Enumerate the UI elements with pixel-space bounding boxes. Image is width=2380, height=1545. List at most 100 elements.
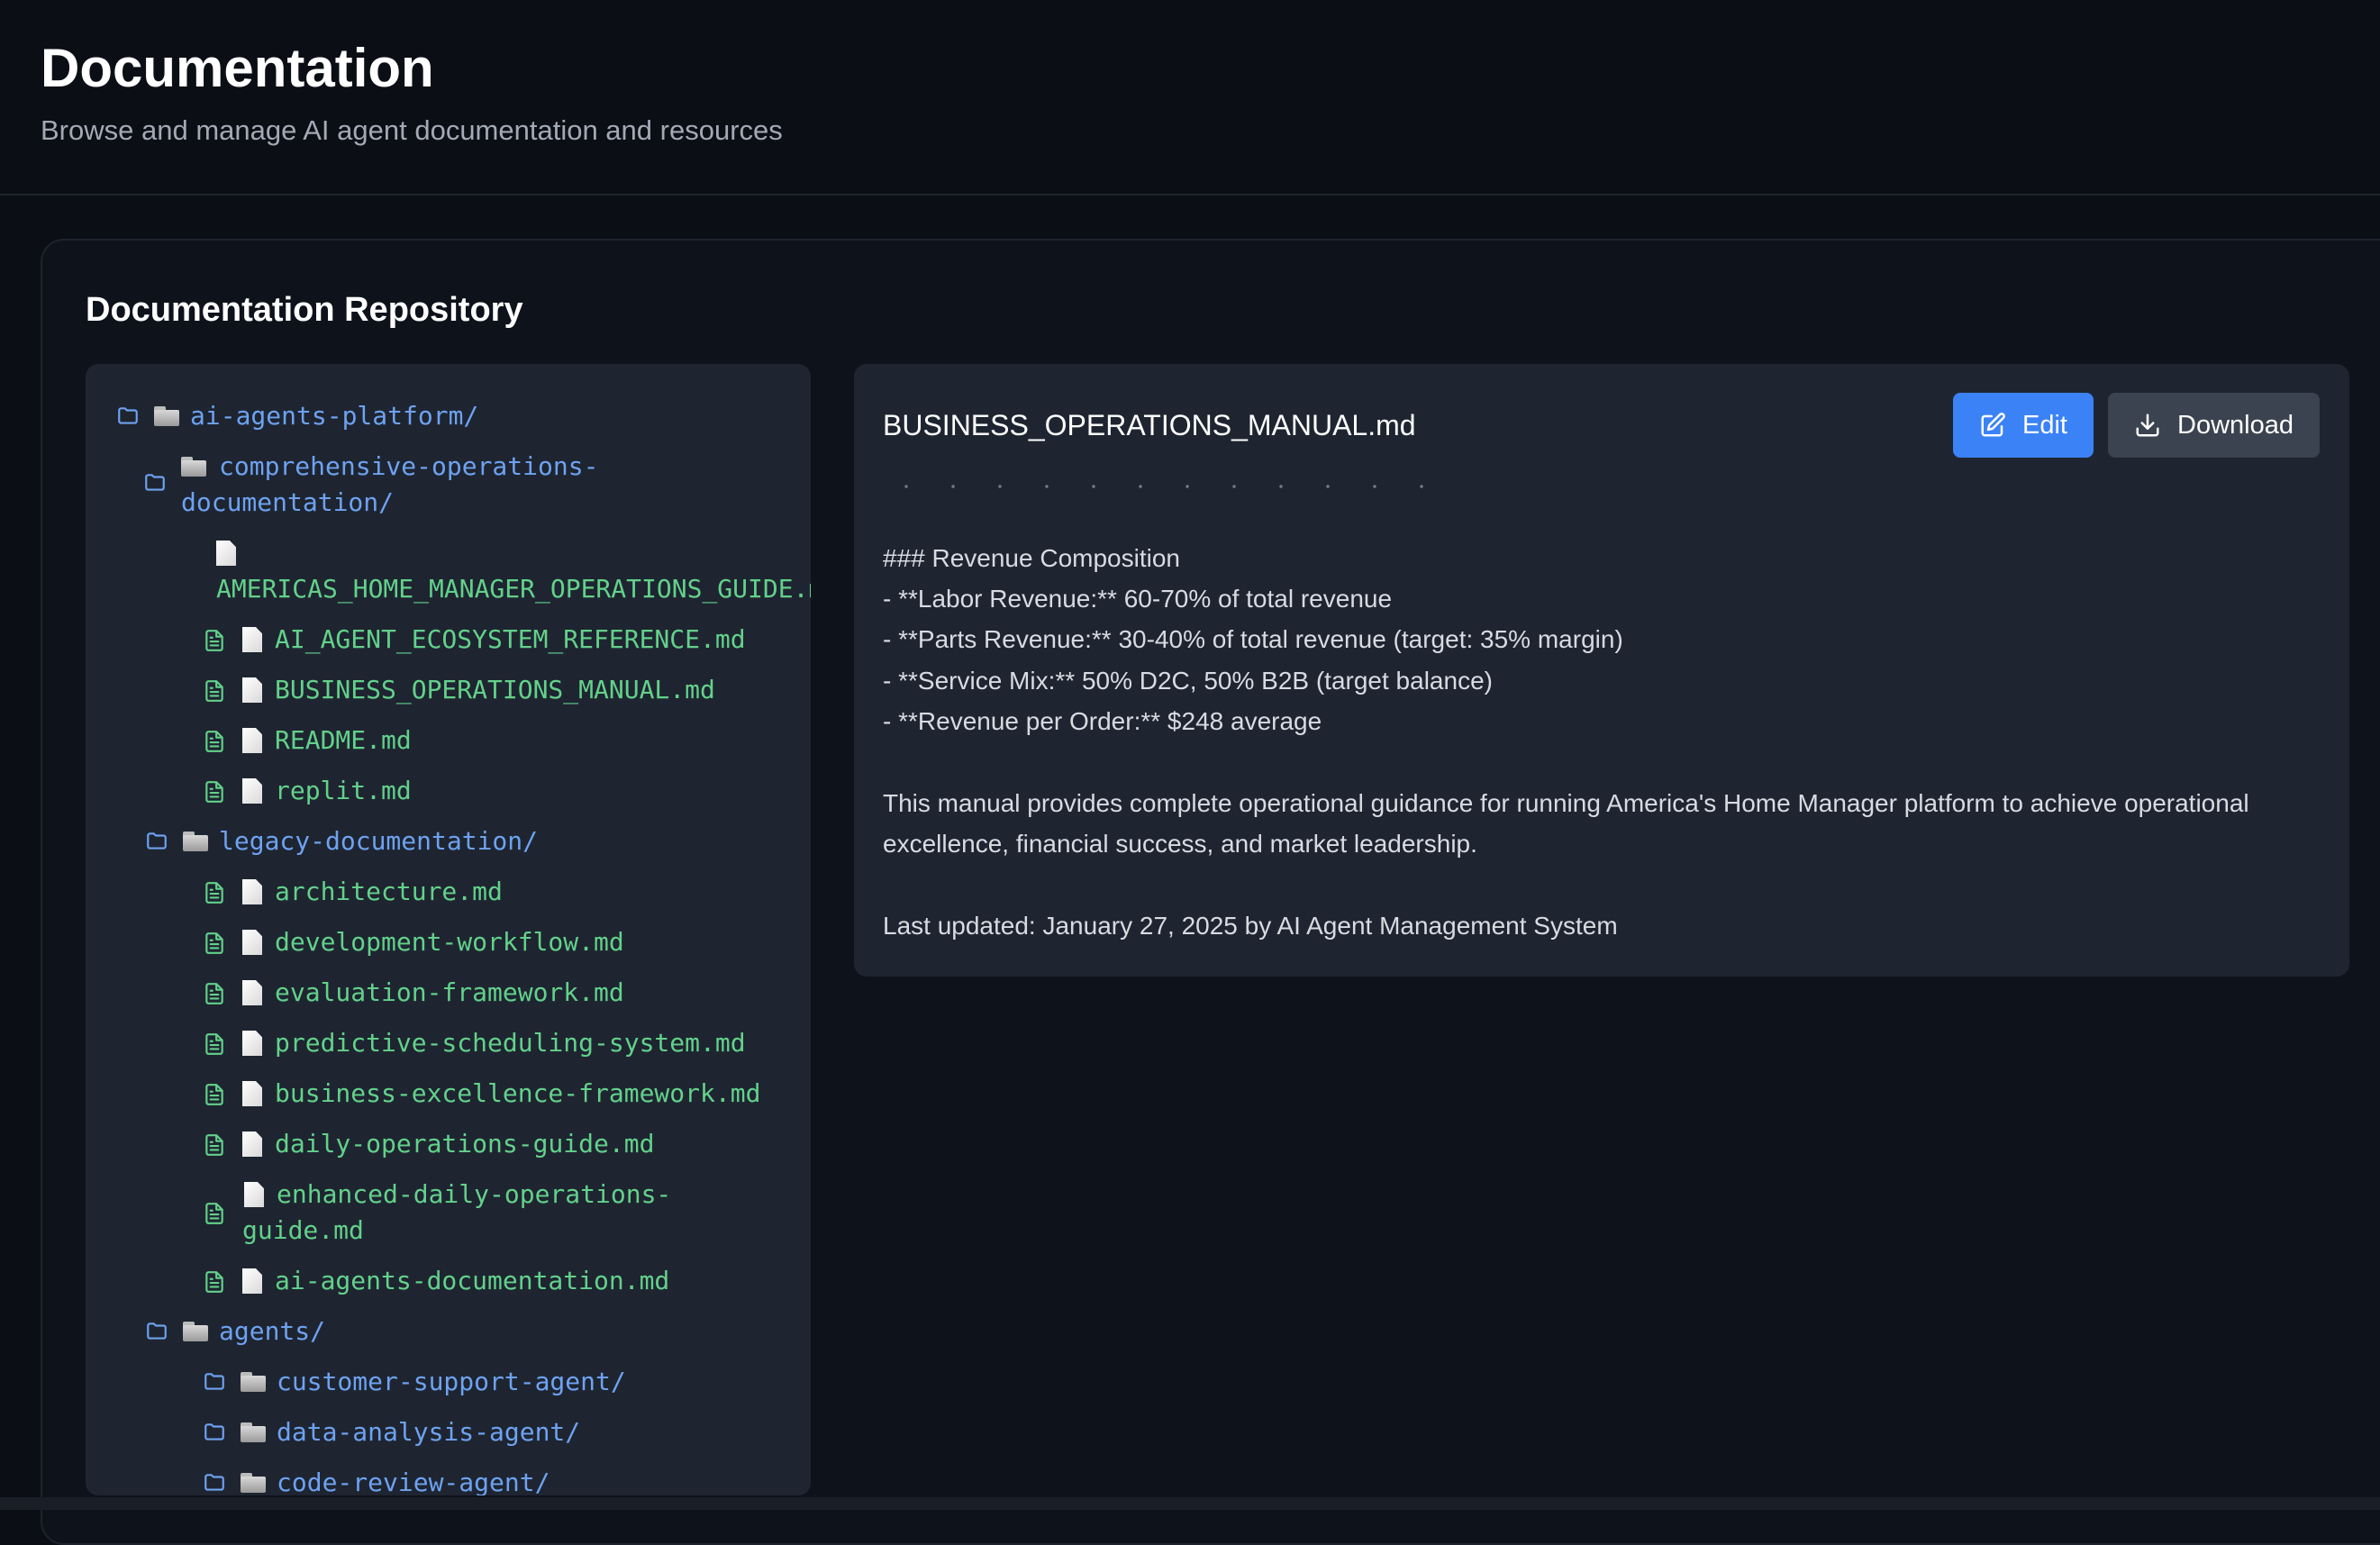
tree-folder-label: agents/: [219, 1316, 326, 1346]
tree-file-label: AMERICAS_HOME_MANAGER_OPERATIONS_GUIDE.m…: [216, 574, 811, 604]
tree-file-replit[interactable]: replit.md: [203, 773, 412, 809]
tree-file-label: ai-agents-documentation.md: [275, 1266, 670, 1295]
tree-file-readme[interactable]: README.md: [203, 723, 412, 759]
document-emoji-icon: [242, 930, 262, 955]
document-line: - **Labor Revenue:** 60-70% of total rev…: [883, 585, 1393, 613]
folder-outline-icon: [204, 1423, 224, 1440]
tree-file-development-workflow[interactable]: development-workflow.md: [203, 924, 624, 960]
download-button[interactable]: Download: [2108, 393, 2320, 458]
file-text-icon: [205, 882, 223, 904]
tree-file-label: replit.md: [275, 776, 412, 805]
document-last-updated: Last updated: January 27, 2025 by AI Age…: [883, 912, 1618, 940]
document-emoji-icon: [242, 1131, 262, 1157]
document-emoji-icon: [242, 980, 262, 1005]
document-emoji-icon: [242, 1031, 262, 1056]
tree-file-label: BUSINESS_OPERATIONS_MANUAL.md: [275, 675, 715, 704]
document-emoji-icon: [242, 879, 262, 904]
tree-file-enhanced-daily-operations[interactable]: enhanced-daily-operations- guide.md: [203, 1177, 711, 1249]
document-paragraph-line: This manual provides complete operationa…: [883, 789, 2249, 817]
tree-file-label: README.md: [275, 725, 412, 755]
folder-emoji-icon: [154, 406, 179, 426]
tree-file-architecture[interactable]: architecture.md: [203, 874, 503, 910]
tree-file-label: business-excellence-framework.md: [275, 1078, 761, 1108]
document-emoji-icon: [242, 728, 262, 753]
file-text-icon: [205, 680, 223, 702]
document-emoji-icon: [242, 627, 262, 652]
file-text-icon: [205, 1134, 223, 1156]
tree-folder-code-review-agent[interactable]: code-review-agent/: [201, 1465, 550, 1495]
tree-file-label: evaluation-framework.md: [275, 977, 624, 1007]
file-text-icon: [205, 1271, 223, 1293]
tree-file-label: AI_AGENT_ECOSYSTEM_REFERENCE.md: [275, 624, 746, 654]
download-button-label: Download: [2177, 410, 2294, 440]
page-header: Documentation Browse and manage AI agent…: [0, 0, 2380, 195]
document-emoji-icon: [242, 1081, 262, 1106]
tree-file-ai-agent-ecosystem[interactable]: AI_AGENT_ECOSYSTEM_REFERENCE.md: [203, 622, 746, 658]
tree-folder-root[interactable]: ai-agents-platform/: [114, 398, 478, 434]
tree-file-predictive-scheduling[interactable]: predictive-scheduling-system.md: [203, 1025, 746, 1061]
folder-emoji-icon: [241, 1473, 266, 1493]
folder-outline-icon: [204, 1474, 224, 1491]
tree-file-label: daily-operations-guide.md: [275, 1129, 655, 1159]
folder-outline-icon: [147, 1322, 167, 1340]
tree-file-americas-guide[interactable]: AMERICAS_HOME_MANAGER_OPERATIONS_GUIDE.m…: [216, 535, 811, 607]
tree-file-business-operations-manual[interactable]: BUSINESS_OPERATIONS_MANUAL.md: [203, 672, 715, 708]
document-emoji-icon: [242, 677, 262, 703]
file-text-icon: [205, 932, 223, 954]
tree-file-business-excellence[interactable]: business-excellence-framework.md: [203, 1076, 760, 1112]
tree-folder-label: comprehensive-operations- documentation/: [181, 451, 599, 517]
document-filename: BUSINESS_OPERATIONS_MANUAL.md: [883, 409, 1416, 441]
tree-folder-customer-support-agent[interactable]: customer-support-agent/: [201, 1364, 626, 1400]
edit-button-label: Edit: [2022, 410, 2067, 440]
folder-outline-icon: [145, 474, 165, 491]
folder-outline-icon: [204, 1373, 224, 1390]
folder-emoji-icon: [241, 1422, 266, 1442]
file-tree-panel[interactable]: ai-agents-platform/ comprehensive-operat…: [86, 364, 811, 1495]
tree-folder-label: code-review-agent/: [277, 1468, 550, 1495]
edit-button[interactable]: Edit: [1953, 393, 2094, 458]
clipped-text-line: [883, 483, 1441, 490]
tree-file-evaluation-framework[interactable]: evaluation-framework.md: [203, 975, 624, 1011]
document-line: - **Service Mix:** 50% D2C, 50% B2B (tar…: [883, 667, 1493, 695]
folder-outline-icon: [118, 407, 138, 424]
file-text-icon: [205, 1084, 223, 1105]
file-text-icon: [205, 630, 223, 651]
tree-file-label: architecture.md: [275, 877, 503, 906]
tree-folder-data-analysis-agent[interactable]: data-analysis-agent/: [201, 1414, 580, 1450]
page-subtitle: Browse and manage AI agent documentation…: [41, 114, 783, 146]
folder-emoji-icon: [183, 832, 208, 851]
folder-emoji-icon: [181, 457, 206, 477]
document-emoji-icon: [244, 1182, 264, 1207]
tree-file-label: development-workflow.md: [275, 927, 624, 957]
tree-file-label: predictive-scheduling-system.md: [275, 1028, 746, 1058]
file-text-icon: [205, 1203, 223, 1224]
tree-file-label: enhanced-daily-operations- guide.md: [242, 1179, 672, 1245]
file-text-icon: [205, 1033, 223, 1055]
edit-icon: [1981, 413, 2005, 437]
document-emoji-icon: [242, 1268, 262, 1294]
folder-emoji-icon: [183, 1322, 208, 1341]
tree-folder-agents[interactable]: agents/: [143, 1313, 325, 1350]
download-icon: [2136, 414, 2159, 437]
document-line: - **Parts Revenue:** 30-40% of total rev…: [883, 625, 1623, 653]
folder-emoji-icon: [241, 1372, 266, 1392]
document-emoji-icon: [216, 541, 236, 566]
page-title: Documentation: [41, 38, 434, 98]
document-line: - **Revenue per Order:** $248 average: [883, 707, 1322, 735]
tree-file-daily-operations[interactable]: daily-operations-guide.md: [203, 1126, 654, 1162]
file-text-icon: [205, 731, 223, 752]
document-emoji-icon: [242, 778, 262, 804]
tree-folder-label: data-analysis-agent/: [277, 1417, 581, 1447]
tree-folder-label: ai-agents-platform/: [190, 401, 479, 431]
tree-folder-label: legacy-documentation/: [219, 826, 539, 856]
folder-outline-icon: [147, 832, 167, 850]
tree-folder-comprehensive[interactable]: comprehensive-operations- documentation/: [141, 449, 650, 521]
file-text-icon: [205, 983, 223, 1004]
file-text-icon: [205, 781, 223, 803]
document-heading: ### Revenue Composition: [883, 544, 1180, 572]
repository-title: Documentation Repository: [86, 291, 523, 329]
tree-file-ai-agents-documentation[interactable]: ai-agents-documentation.md: [203, 1263, 669, 1299]
horizontal-scrollbar[interactable]: [0, 1497, 2380, 1510]
tree-folder-legacy[interactable]: legacy-documentation/: [143, 823, 538, 859]
document-paragraph-line: excellence, financial success, and marke…: [883, 830, 1477, 858]
